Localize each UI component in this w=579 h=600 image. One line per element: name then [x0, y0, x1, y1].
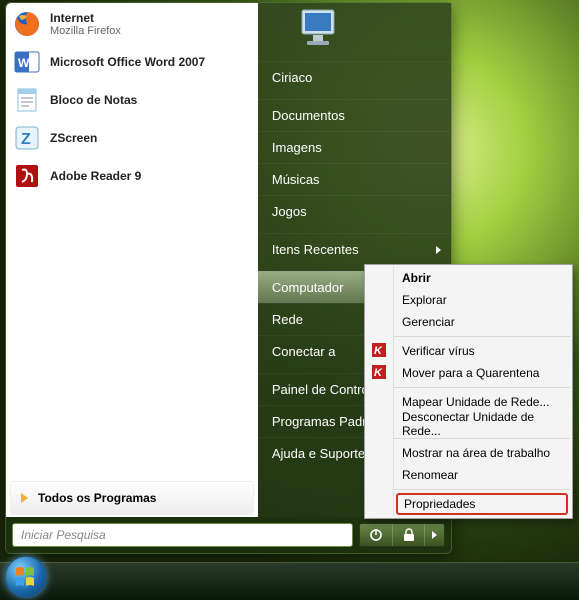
chevron-right-icon	[432, 531, 437, 539]
context-item-label: Desconectar Unidade de Rede...	[402, 410, 570, 438]
word-icon: W	[12, 47, 42, 77]
context-separator	[394, 489, 570, 490]
context-item-mover-para-a-quarentena[interactable]: KMover para a Quarentena	[394, 362, 570, 384]
search-input[interactable]: Iniciar Pesquisa	[12, 523, 353, 547]
power-button[interactable]	[360, 524, 392, 546]
svg-text:Z: Z	[21, 131, 31, 148]
kaspersky-icon: K	[372, 365, 388, 381]
pinned-programs-list: InternetMozilla Firefox W Microsoft Office…	[6, 3, 258, 479]
context-item-label: Propriedades	[404, 497, 475, 511]
power-buttons-group	[359, 523, 445, 547]
user-picture[interactable]	[289, 2, 347, 56]
context-item-label: Explorar	[402, 293, 447, 307]
context-item-abrir[interactable]: Abrir	[394, 267, 570, 289]
shutdown-options-button[interactable]	[424, 524, 444, 546]
power-icon	[369, 528, 383, 542]
windows-logo-icon	[13, 564, 39, 590]
right-item-label: Rede	[272, 312, 303, 327]
right-item-label: Conectar a	[272, 344, 336, 359]
lock-icon	[403, 528, 415, 542]
context-item-label: Mapear Unidade de Rede...	[402, 395, 549, 409]
right-item-label: Ciriaco	[272, 70, 312, 85]
right-item-label: Músicas	[272, 172, 320, 187]
right-item-label: Itens Recentes	[272, 242, 359, 257]
pinned-item-bloco-de-notas[interactable]: Bloco de Notas	[6, 81, 258, 119]
right-item-documentos[interactable]: Documentos	[258, 99, 451, 131]
context-item-desconectar-unidade-de-rede-[interactable]: Desconectar Unidade de Rede...	[394, 413, 570, 435]
adobe-reader-icon	[12, 161, 42, 191]
kaspersky-icon: K	[372, 343, 388, 359]
context-separator	[394, 438, 570, 439]
context-item-renomear[interactable]: Renomear	[394, 464, 570, 486]
context-separator	[394, 387, 570, 388]
context-item-label: Renomear	[402, 468, 458, 482]
svg-text:K: K	[374, 345, 383, 357]
context-item-explorar[interactable]: Explorar	[394, 289, 570, 311]
context-item-label: Gerenciar	[402, 315, 455, 329]
arrow-right-icon	[21, 493, 28, 503]
notepad-icon	[12, 85, 42, 115]
pinned-item-microsoft-office-word-2007[interactable]: W Microsoft Office Word 2007	[6, 43, 258, 81]
right-item-label: Ajuda e Suporte	[272, 446, 365, 461]
context-item-label: Mover para a Quarentena	[402, 366, 539, 380]
right-item-ciriaco[interactable]: Ciriaco	[258, 61, 451, 93]
firefox-icon	[12, 9, 42, 39]
pinned-item-title: Microsoft Office Word 2007	[50, 55, 205, 69]
search-placeholder-text: Iniciar Pesquisa	[21, 528, 106, 542]
monitor-icon	[293, 5, 343, 53]
context-separator	[394, 336, 570, 337]
start-button[interactable]	[5, 556, 47, 598]
right-item-label: Computador	[272, 280, 344, 295]
right-item-label: Documentos	[272, 108, 345, 123]
context-item-gerenciar[interactable]: Gerenciar	[394, 311, 570, 333]
svg-text:W: W	[18, 56, 30, 70]
all-programs-button[interactable]: Todos os Programas	[10, 481, 254, 515]
right-item-itens-recentes[interactable]: Itens Recentes	[258, 233, 451, 265]
zscreen-icon: Z	[12, 123, 42, 153]
context-item-label: Abrir	[402, 271, 431, 285]
start-menu-left-panel: InternetMozilla Firefox W Microsoft Office…	[6, 3, 258, 517]
right-item-imagens[interactable]: Imagens	[258, 131, 451, 163]
pinned-item-adobe-reader-9[interactable]: Adobe Reader 9	[6, 157, 258, 195]
pinned-item-title: Bloco de Notas	[50, 93, 137, 107]
all-programs-label: Todos os Programas	[38, 491, 156, 505]
pinned-item-zscreen[interactable]: Z ZScreen	[6, 119, 258, 157]
right-item-label: Jogos	[272, 204, 307, 219]
right-item-label: Imagens	[272, 140, 322, 155]
svg-text:K: K	[374, 367, 383, 379]
start-menu-bottom-bar: Iniciar Pesquisa	[6, 517, 451, 553]
context-item-label: Verificar vírus	[402, 344, 475, 358]
right-item-jogos[interactable]: Jogos	[258, 195, 451, 227]
context-item-verificar-vi-rus[interactable]: KVerificar vírus	[394, 340, 570, 362]
taskbar[interactable]	[0, 562, 579, 600]
pinned-item-title: Internet	[50, 11, 121, 25]
submenu-arrow-icon	[436, 246, 441, 254]
lock-button[interactable]	[392, 524, 424, 546]
context-item-propriedades[interactable]: Propriedades	[396, 493, 568, 515]
context-menu: AbrirExplorarGerenciarKVerificar vírusKM…	[364, 264, 573, 519]
context-item-label: Mostrar na área de trabalho	[402, 446, 550, 460]
right-item-mu-sicas[interactable]: Músicas	[258, 163, 451, 195]
pinned-item-subtitle: Mozilla Firefox	[50, 25, 121, 37]
right-item-label: Painel de Controle	[272, 382, 379, 397]
pinned-item-title: Adobe Reader 9	[50, 169, 141, 183]
pinned-item-title: ZScreen	[50, 131, 97, 145]
pinned-item-internet[interactable]: InternetMozilla Firefox	[6, 5, 258, 43]
context-item-mostrar-na-a-rea-de-trabalho[interactable]: Mostrar na área de trabalho	[394, 442, 570, 464]
